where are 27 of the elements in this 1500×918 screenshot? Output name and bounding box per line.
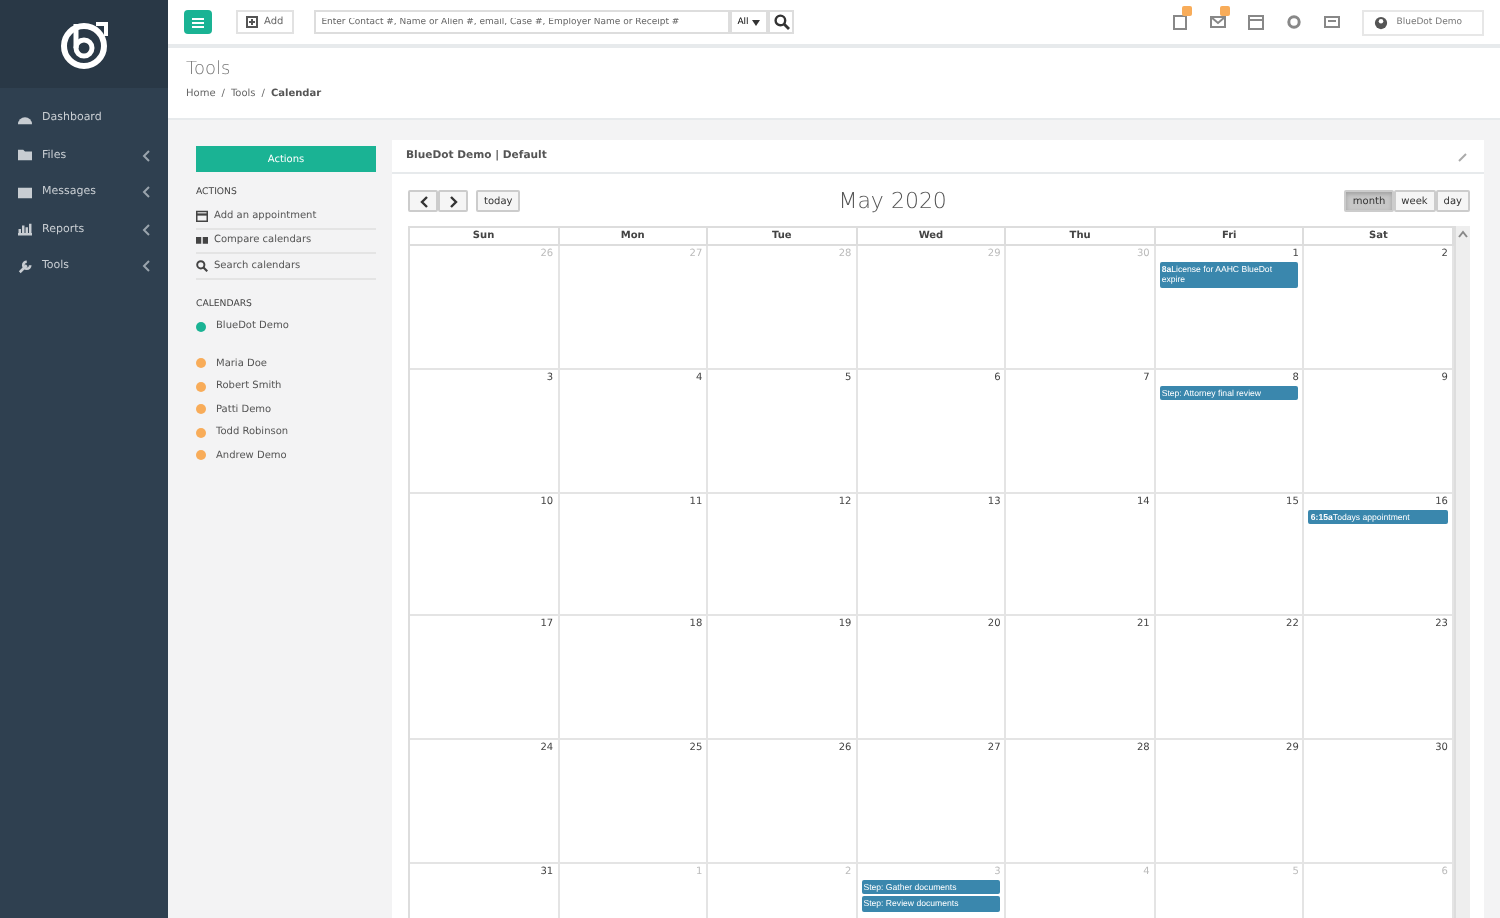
calendar-icon bbox=[196, 209, 208, 222]
card-icon[interactable] bbox=[1322, 13, 1341, 31]
plus-square-icon bbox=[246, 16, 258, 28]
chevron-left-icon bbox=[419, 195, 427, 207]
notification-badge bbox=[1220, 5, 1231, 15]
previous-button[interactable] bbox=[408, 190, 438, 212]
arrow-up-icon[interactable] bbox=[1458, 230, 1468, 238]
next-button[interactable] bbox=[438, 190, 468, 212]
bar-chart-icon bbox=[18, 222, 32, 237]
search-icon bbox=[196, 259, 208, 272]
user-icon bbox=[1374, 15, 1389, 29]
folder-icon bbox=[18, 148, 32, 163]
menu-icon bbox=[192, 17, 204, 27]
logo-icon bbox=[58, 18, 110, 70]
chevron-right-icon bbox=[449, 195, 457, 207]
search-button[interactable] bbox=[768, 10, 795, 34]
month-title: May 2020 bbox=[836, 188, 949, 214]
search-icon bbox=[773, 14, 790, 30]
inbox-icon bbox=[18, 185, 32, 200]
columns-icon bbox=[196, 234, 208, 247]
page-title: Tools bbox=[186, 60, 233, 80]
scrollbar[interactable] bbox=[1456, 226, 1470, 918]
menu-button[interactable] bbox=[184, 10, 212, 34]
calendar-icon[interactable] bbox=[1246, 13, 1265, 31]
caret-icon bbox=[752, 19, 761, 25]
dashboard-icon bbox=[18, 111, 32, 126]
notification-badge bbox=[1182, 5, 1193, 15]
